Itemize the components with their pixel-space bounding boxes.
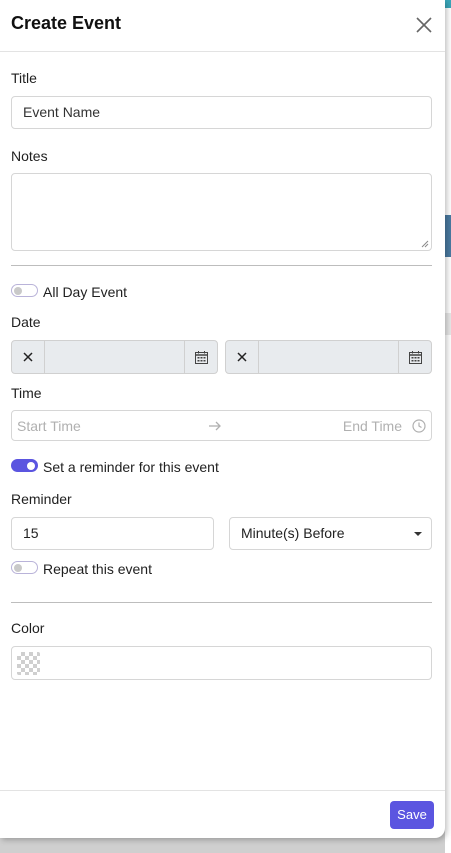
repeat-toggle[interactable] bbox=[11, 561, 38, 574]
title-input[interactable]: Event Name bbox=[11, 96, 432, 129]
reminder-toggle-label: Set a reminder for this event bbox=[43, 459, 219, 475]
notes-label: Notes bbox=[11, 148, 48, 164]
color-picker[interactable] bbox=[11, 646, 432, 680]
all-day-toggle[interactable] bbox=[11, 284, 38, 297]
reminder-toggle[interactable] bbox=[11, 459, 38, 472]
resize-handle-icon[interactable] bbox=[421, 240, 429, 248]
background-app-edge bbox=[445, 0, 451, 853]
start-date-calendar-button[interactable] bbox=[184, 341, 217, 373]
time-label: Time bbox=[11, 385, 42, 401]
start-date-field[interactable] bbox=[11, 340, 218, 374]
time-range-field[interactable]: Start Time End Time bbox=[11, 410, 432, 441]
toggle-knob bbox=[14, 287, 22, 295]
reminder-number-input[interactable]: 15 bbox=[11, 517, 214, 550]
reminder-unit-value: Minute(s) Before bbox=[241, 525, 345, 541]
end-date-field[interactable] bbox=[225, 340, 432, 374]
divider bbox=[11, 265, 432, 266]
title-label: Title bbox=[11, 70, 37, 86]
create-event-panel: Create Event Title Event Name Notes All … bbox=[0, 0, 445, 838]
all-day-label: All Day Event bbox=[43, 284, 128, 300]
clear-icon bbox=[237, 352, 247, 362]
close-icon bbox=[416, 17, 432, 33]
background-teal-bar bbox=[445, 0, 451, 8]
calendar-icon bbox=[409, 351, 422, 364]
clock-icon bbox=[412, 419, 426, 433]
clear-icon bbox=[23, 352, 33, 362]
calendar-icon bbox=[195, 351, 208, 364]
divider bbox=[11, 602, 432, 603]
caret-down-icon bbox=[414, 532, 422, 536]
clear-start-date-button[interactable] bbox=[12, 341, 45, 373]
repeat-label: Repeat this event bbox=[43, 561, 152, 577]
close-button[interactable] bbox=[413, 14, 435, 36]
arrow-right-icon bbox=[209, 421, 221, 431]
date-label: Date bbox=[11, 314, 41, 330]
panel-footer: Save bbox=[0, 790, 445, 838]
notes-textarea[interactable] bbox=[11, 173, 432, 251]
color-label: Color bbox=[11, 620, 45, 636]
background-row bbox=[445, 313, 451, 335]
panel-header: Create Event bbox=[0, 0, 445, 52]
start-time-placeholder[interactable]: Start Time bbox=[17, 418, 81, 434]
toggle-knob bbox=[27, 462, 35, 470]
save-button[interactable]: Save bbox=[390, 801, 434, 829]
panel-title: Create Event bbox=[11, 13, 122, 33]
end-date-calendar-button[interactable] bbox=[398, 341, 431, 373]
color-swatch[interactable] bbox=[17, 652, 40, 675]
reminder-label: Reminder bbox=[11, 491, 72, 507]
background-blue-bar bbox=[445, 215, 451, 257]
clear-end-date-button[interactable] bbox=[226, 341, 259, 373]
end-time-placeholder[interactable]: End Time bbox=[343, 418, 402, 434]
reminder-unit-select[interactable]: Minute(s) Before bbox=[229, 517, 432, 550]
toggle-knob bbox=[14, 564, 22, 572]
